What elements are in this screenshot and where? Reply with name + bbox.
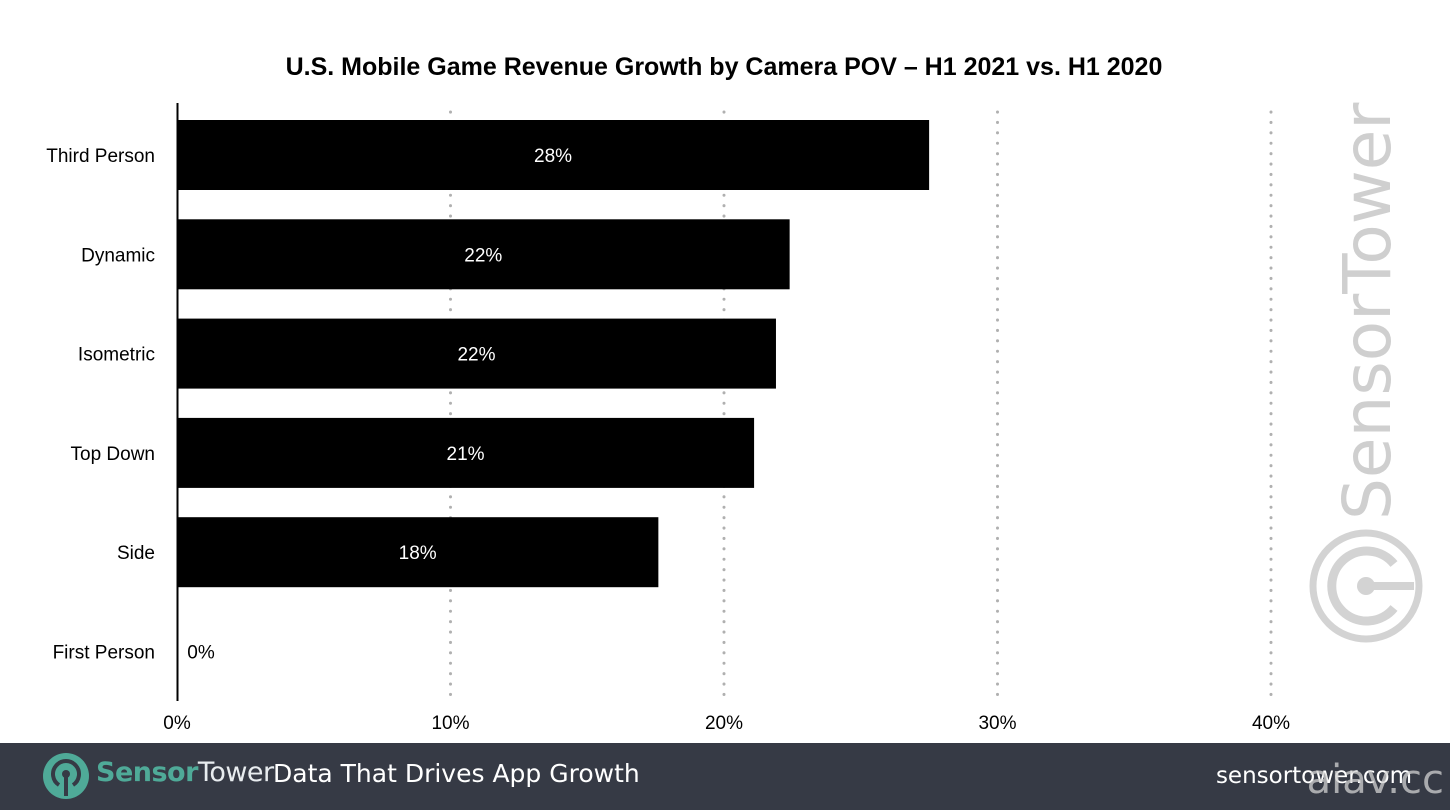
- footer-tagline: Data That Drives App Growth: [273, 759, 640, 788]
- watermark-text: SensorTower: [1329, 102, 1406, 520]
- sensortower-logo-icon: [1309, 529, 1423, 643]
- bar-value-label: 28%: [534, 146, 572, 167]
- bar-value-label: 0%: [187, 643, 215, 664]
- bar-value-label: 21%: [447, 444, 485, 465]
- bar-value-label: 22%: [464, 245, 502, 266]
- category-label: First Person: [53, 643, 155, 664]
- x-tick-label: 20%: [705, 713, 743, 734]
- category-label: Isometric: [78, 345, 155, 366]
- footer-bar: SensorTower Data That Drives App Growth …: [0, 743, 1450, 810]
- bars: 28% 22% 22% 21% 18% 0%: [177, 120, 930, 664]
- bar-value-label: 18%: [399, 543, 437, 564]
- bar-value-label: 22%: [457, 345, 495, 366]
- category-label: Top Down: [71, 444, 156, 465]
- x-tick-label: 10%: [431, 713, 469, 734]
- x-tick-label: 40%: [1252, 713, 1290, 734]
- category-label: Side: [117, 543, 155, 564]
- brand-tower: Tower: [197, 757, 274, 788]
- gridlines: [449, 110, 1273, 702]
- overlay-watermark: aiav.cc: [1306, 757, 1444, 803]
- brand-sensor: Sensor: [96, 757, 198, 788]
- footer-brand: SensorTower: [96, 757, 274, 788]
- sensortower-watermark: SensorTower: [1309, 102, 1423, 643]
- sensortower-logo-icon: [43, 753, 89, 799]
- bar-chart: U.S. Mobile Game Revenue Growth by Camer…: [46, 53, 1423, 734]
- category-label: Dynamic: [81, 245, 155, 266]
- x-tick-label: 30%: [978, 713, 1016, 734]
- category-label: Third Person: [46, 146, 155, 167]
- x-tick-labels: 0% 10% 20% 30% 40%: [163, 713, 1290, 734]
- category-labels: Third Person Dynamic Isometric Top Down Side…: [46, 146, 155, 664]
- x-tick-label: 0%: [163, 713, 191, 734]
- chart-title: U.S. Mobile Game Revenue Growth by Camer…: [286, 53, 1163, 81]
